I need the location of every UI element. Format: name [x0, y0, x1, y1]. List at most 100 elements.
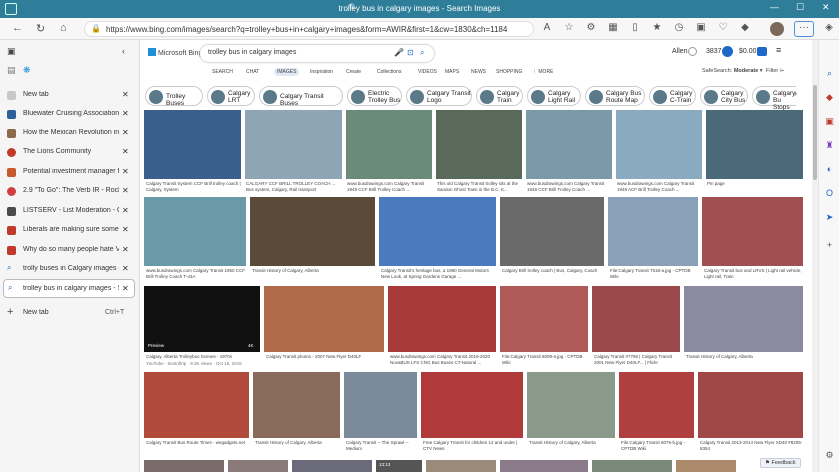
bing-logo[interactable]: Microsoft Bing	[148, 48, 202, 57]
history-icon[interactable]: ◷	[672, 22, 686, 36]
related-chip-calgary-c-train[interactable]: Calgary C-Train	[649, 86, 696, 106]
result-thumbnail[interactable]	[500, 197, 604, 266]
close-tab-icon[interactable]: ✕	[122, 147, 129, 156]
result-thumbnail[interactable]	[228, 460, 288, 472]
tools-briefcase-icon[interactable]: ▣	[824, 116, 835, 127]
image-result[interactable]	[264, 286, 384, 352]
tab-item-lions-community[interactable]: The Lions Community ✕	[0, 143, 140, 162]
outlook-icon[interactable]: O	[824, 188, 835, 199]
collapse-panel-icon[interactable]: ‹	[122, 46, 125, 56]
image-result[interactable]	[344, 372, 417, 438]
tab-item-bluewater[interactable]: Bluewater Cruising Association ✕	[0, 105, 140, 124]
refresh-icon[interactable]: ↻	[36, 22, 45, 35]
image-caption[interactable]: Calgary Brill trolley coach | Bus, Calga…	[502, 268, 604, 280]
image-result[interactable]	[592, 460, 672, 472]
read-aloud-icon[interactable]: A	[540, 22, 554, 36]
image-caption[interactable]: Calgary Transit bus and LRVS | Light rai…	[704, 268, 803, 280]
related-chip-calgary-lrt[interactable]: Calgary LRT	[207, 86, 255, 106]
image-caption[interactable]: Calgary Transit 2013-2014 New Flyer XD40…	[700, 440, 803, 452]
send-icon[interactable]: ➤	[824, 212, 835, 223]
image-result[interactable]	[436, 110, 522, 179]
close-tab-icon[interactable]: ✕	[122, 284, 129, 293]
result-thumbnail[interactable]	[426, 460, 496, 472]
close-tab-icon[interactable]: ✕	[122, 167, 129, 176]
image-result[interactable]	[144, 197, 246, 266]
microsoft-365-icon[interactable]: ◐	[824, 164, 835, 175]
result-thumbnail[interactable]	[253, 372, 340, 438]
result-thumbnail[interactable]	[421, 372, 523, 438]
home-icon[interactable]: ⌂	[60, 22, 67, 34]
microphone-icon[interactable]: 🎤	[394, 48, 404, 57]
related-chip-trolley-buses[interactable]: Trolley Buses	[145, 86, 203, 107]
tab-images[interactable]: IMAGES	[274, 68, 300, 76]
minimize-button[interactable]: —	[770, 2, 779, 12]
image-result[interactable]	[245, 110, 342, 179]
related-chip-calgary-transit-logo[interactable]: Calgary Transit Logo	[406, 86, 472, 106]
image-result[interactable]	[684, 286, 803, 352]
tab-collections[interactable]: Collections	[377, 69, 401, 75]
address-bar[interactable]: 🔒 https://www.bing.com/images/search?q=t…	[84, 21, 534, 37]
chevron-right-icon[interactable]: ›	[794, 88, 797, 98]
tab-item-mexican-revolution[interactable]: How the Mexican Revolution inspired ✕	[0, 124, 140, 143]
image-caption[interactable]: Transit History of Calgary, Alberta	[255, 440, 340, 452]
tab-item-new-tab[interactable]: New tab ✕	[0, 86, 140, 105]
tab-item-to-go-verb[interactable]: 2.9 "To Go": The Verb IR - Rocket ✕	[0, 182, 140, 201]
image-result[interactable]	[500, 460, 588, 472]
tab-item-investment-manager[interactable]: Potential investment manager for ✕	[0, 163, 140, 182]
user-avatar-icon[interactable]	[688, 47, 697, 56]
result-thumbnail[interactable]	[144, 460, 224, 472]
related-chip-calgary-bus-route-map[interactable]: Calgary Bus Route Map	[585, 86, 645, 106]
safesearch-control[interactable]: SafeSearch: Moderate ▾	[702, 68, 763, 74]
new-tab-button[interactable]: + New tab Ctrl+T	[7, 306, 132, 322]
result-thumbnail[interactable]	[706, 110, 803, 179]
result-thumbnail[interactable]	[676, 460, 736, 472]
result-thumbnail[interactable]	[388, 286, 496, 352]
result-thumbnail[interactable]	[346, 110, 432, 179]
result-thumbnail[interactable]	[698, 372, 803, 438]
tab-item-vat[interactable]: Why do so many people hate VAT ✕	[0, 241, 140, 260]
tab-search[interactable]: SEARCH	[212, 69, 233, 75]
result-thumbnail[interactable]	[592, 286, 680, 352]
sidebar-settings-icon[interactable]: ⚙	[824, 450, 835, 461]
image-caption[interactable]: Calgary, Alberta Trolleybus Scenes - 197…	[146, 354, 260, 360]
image-result[interactable]	[676, 460, 736, 472]
image-caption[interactable]: Free Calgary Transit for children 12 and…	[423, 440, 523, 452]
result-thumbnail[interactable]	[250, 197, 375, 266]
image-caption[interactable]: File:Calgary Transit 6075-b.jpg - CPTDB …	[621, 440, 694, 452]
result-thumbnail[interactable]	[144, 110, 241, 179]
wallet-icon[interactable]	[757, 47, 767, 56]
result-thumbnail[interactable]	[292, 460, 372, 472]
image-result[interactable]	[292, 460, 372, 472]
image-result[interactable]	[346, 110, 432, 179]
split-screen-icon[interactable]: ▯	[628, 22, 642, 36]
image-caption[interactable]: CALGARY CCF BRILL TROLLEY COACH ... Bus …	[246, 181, 342, 193]
image-result[interactable]	[527, 372, 615, 438]
tab-item-trolly-buses-search[interactable]: ⌕ trolly buses in Calgary images - S ✕	[0, 260, 140, 279]
search-input[interactable]: trolley bus in calgary images 🎤 ⊡ ⌕	[200, 45, 434, 62]
close-tab-icon[interactable]: ✕	[122, 109, 129, 118]
image-result[interactable]: 13:13	[376, 460, 422, 472]
result-thumbnail[interactable]	[592, 460, 672, 472]
image-caption[interactable]: Transit History of Calgary, Alberta	[686, 354, 803, 366]
tab-videos[interactable]: VIDEOS	[418, 69, 437, 75]
settings-more-button[interactable]: ···	[794, 21, 814, 37]
image-result[interactable]	[706, 110, 803, 179]
tab-create[interactable]: Create	[346, 69, 361, 75]
image-result[interactable]	[144, 110, 241, 179]
image-result[interactable]	[253, 372, 340, 438]
copilot-sidebar-icon[interactable]: ◈	[822, 22, 836, 36]
close-tab-icon[interactable]: ✕	[122, 128, 129, 137]
image-result[interactable]	[608, 197, 698, 266]
search-icon[interactable]: ⌕	[420, 48, 424, 58]
tab-item-liberals[interactable]: Liberals are making sure some of ✕	[0, 221, 140, 240]
tab-maps[interactable]: MAPS	[445, 69, 459, 75]
tab-inspiration[interactable]: Inspiration	[310, 69, 333, 75]
image-result[interactable]	[698, 372, 803, 438]
related-chip-calgary-light-rail[interactable]: Calgary Light Rail	[527, 86, 581, 106]
tab-chat[interactable]: CHAT	[246, 69, 259, 75]
result-thumbnail[interactable]	[608, 197, 698, 266]
result-thumbnail[interactable]	[616, 110, 702, 179]
close-window-button[interactable]: ✕	[822, 2, 830, 13]
image-result[interactable]	[388, 286, 496, 352]
result-thumbnail[interactable]	[526, 110, 612, 179]
